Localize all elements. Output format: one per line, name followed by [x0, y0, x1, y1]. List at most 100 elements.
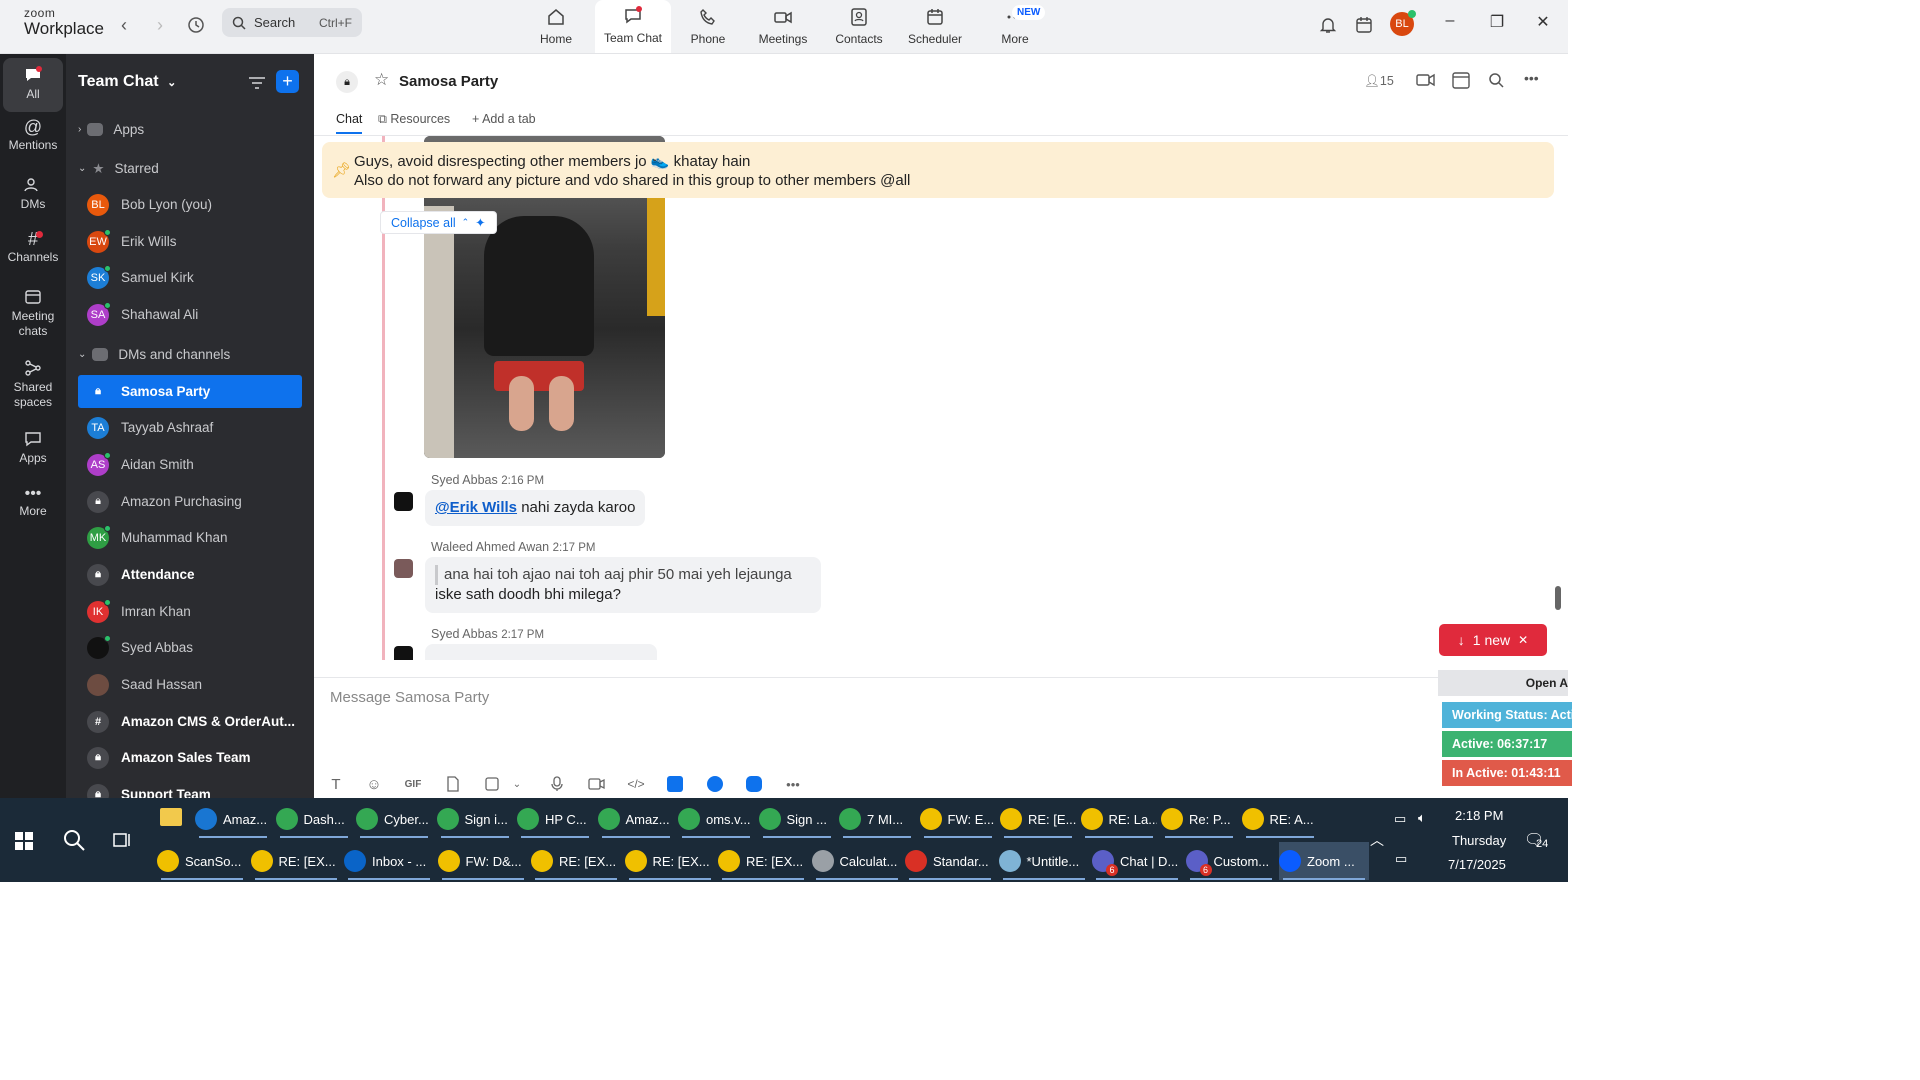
taskbar-app[interactable]: RE: [EX...: [531, 842, 621, 880]
file-explorer-icon[interactable]: [160, 808, 182, 826]
sidebar-item-attendance[interactable]: 🔒︎ Attendance: [78, 558, 302, 591]
history-icon[interactable]: [184, 13, 208, 37]
section-dms-channels[interactable]: ⌄ DMs and channels: [78, 338, 302, 371]
sidebar-item-erik-wills[interactable]: EW Erik Wills: [78, 225, 302, 258]
format-text-icon[interactable]: T: [325, 773, 347, 795]
taskbar-app[interactable]: Sign i...: [436, 800, 513, 838]
tab-contacts[interactable]: Contacts: [821, 0, 897, 54]
collapse-all-button[interactable]: Collapse all ⌃ ✦: [380, 211, 497, 234]
app-icon-3[interactable]: [743, 773, 765, 795]
mention-link[interactable]: @Erik Wills: [435, 499, 517, 516]
taskbar-app[interactable]: FW: D&...: [437, 842, 528, 880]
rail-mentions[interactable]: @ Mentions: [3, 118, 63, 153]
section-apps[interactable]: › Apps: [78, 113, 302, 146]
code-snippet-icon[interactable]: </>: [625, 773, 647, 795]
taskbar-app[interactable]: Standar...: [905, 842, 995, 880]
sidebar-item-imran-khan[interactable]: IK Imran Khan: [78, 595, 302, 628]
sidebar-item-bob-lyon[interactable]: BL Bob Lyon (you): [78, 188, 302, 221]
sidebar-item-support-team[interactable]: 🔒︎ Support Team: [78, 778, 302, 798]
sidebar-item-amazon-sales-team[interactable]: 🔒︎ Amazon Sales Team: [78, 741, 302, 774]
taskbar-app[interactable]: Sign ...: [758, 800, 835, 838]
back-arrow-icon[interactable]: ‹: [112, 13, 136, 37]
rail-all[interactable]: All: [3, 58, 63, 112]
sidebar-item-saad-hassan[interactable]: Saad Hassan: [78, 668, 302, 701]
sidebar-item-shahawal-ali[interactable]: SA Shahawal Ali: [78, 298, 302, 331]
restore-icon[interactable]: ❐: [1487, 12, 1507, 32]
more-options-icon[interactable]: •••: [1524, 70, 1539, 86]
message-bubble[interactable]: ana hai toh ajao nai toh aaj phir 50 mai…: [425, 557, 821, 613]
sidebar-item-amazon-purchasing[interactable]: 🔒︎ Amazon Purchasing: [78, 485, 302, 518]
composer-placeholder[interactable]: Message Samosa Party: [330, 689, 489, 706]
filter-icon[interactable]: [248, 76, 266, 95]
rail-shared-spaces[interactable]: Shared spaces: [3, 359, 63, 410]
taskbar-app[interactable]: Amaz...: [195, 800, 271, 838]
new-chat-button[interactable]: +: [276, 70, 299, 93]
battery-icon[interactable]: ▭: [1394, 811, 1406, 827]
star-outline-icon[interactable]: ☆: [374, 70, 389, 90]
taskbar-app[interactable]: Re: P...: [1161, 800, 1237, 838]
task-view-icon[interactable]: [112, 830, 132, 855]
tab-scheduler[interactable]: Scheduler: [897, 0, 973, 54]
app-icon-1[interactable]: [664, 773, 686, 795]
rail-channels[interactable]: # Channels: [3, 230, 63, 265]
sidebar-item-amazon-cms[interactable]: # Amazon CMS & OrderAut...: [78, 705, 302, 738]
section-starred[interactable]: ⌄ ★ Starred: [78, 152, 302, 185]
taskbar-app[interactable]: Inbox - ...: [344, 842, 434, 880]
message-bubble[interactable]: [425, 644, 657, 660]
clock-date[interactable]: 7/17/2025: [1448, 857, 1506, 872]
screenshot-icon[interactable]: [481, 773, 503, 795]
status-widget-header[interactable]: Open A: [1438, 670, 1568, 696]
chevron-up-tray-icon[interactable]: ︿: [1370, 830, 1384, 850]
taskbar-app[interactable]: 6 Chat | D...: [1092, 842, 1182, 880]
sidebar-title[interactable]: Team Chat ⌄: [78, 73, 176, 91]
taskbar-app[interactable]: oms.v...: [678, 800, 754, 838]
calendar-header-icon[interactable]: [1452, 71, 1470, 94]
new-message-button[interactable]: ↓ 1 new ✕: [1439, 624, 1547, 656]
sidebar-item-aidan-smith[interactable]: AS Aidan Smith: [78, 448, 302, 481]
taskbar-app[interactable]: RE: A...: [1241, 800, 1318, 838]
more-tools-icon[interactable]: •••: [782, 773, 804, 795]
message-composer[interactable]: Message Samosa Party T ☺ GIF ⌄ </> •••: [314, 677, 1568, 798]
tab-resources[interactable]: ⧉ Resources: [378, 112, 450, 127]
taskbar-app[interactable]: Dash...: [275, 800, 352, 838]
message-bubble[interactable]: @Erik Wills nahi zayda karoo: [425, 490, 646, 526]
tab-meetings[interactable]: Meetings: [745, 0, 821, 54]
forward-arrow-icon[interactable]: ›: [148, 13, 172, 37]
file-icon[interactable]: [442, 773, 464, 795]
taskbar-app[interactable]: Calculat...: [811, 842, 902, 880]
search-channel-icon[interactable]: [1488, 72, 1504, 93]
sidebar-item-samuel-kirk[interactable]: SK Samuel Kirk: [78, 261, 302, 294]
rail-dms[interactable]: DMs: [3, 176, 63, 212]
rail-apps[interactable]: Apps: [3, 430, 63, 466]
avatar[interactable]: [394, 559, 413, 578]
rail-meeting-chats[interactable]: Meeting chats: [3, 288, 63, 339]
taskbar-app[interactable]: RE: La...: [1080, 800, 1157, 838]
tab-home[interactable]: Home: [518, 0, 594, 54]
bell-icon[interactable]: [1315, 12, 1341, 38]
taskbar-app[interactable]: RE: [EX...: [624, 842, 715, 880]
video-call-icon[interactable]: [1416, 72, 1436, 93]
sidebar-item-syed-abbas[interactable]: Syed Abbas: [78, 631, 302, 664]
gif-icon[interactable]: GIF: [402, 773, 424, 795]
sidebar-item-samosa-party[interactable]: 🔒︎ Samosa Party: [78, 375, 302, 408]
rail-more[interactable]: ••• More: [3, 486, 63, 519]
taskbar-search-icon[interactable]: [62, 828, 86, 857]
taskbar-app[interactable]: Cyber...: [356, 800, 432, 838]
volume-icon[interactable]: 🔈︎: [1418, 810, 1426, 826]
taskbar-app[interactable]: Zoom ...: [1279, 842, 1369, 880]
profile-avatar[interactable]: BL: [1390, 10, 1416, 36]
taskbar-app[interactable]: RE: [EX...: [250, 842, 341, 880]
pinned-message[interactable]: 📌︎ Guys, avoid disrespecting other membe…: [322, 142, 1554, 198]
close-icon[interactable]: ✕: [1533, 12, 1553, 32]
taskbar-app[interactable]: HP C...: [517, 800, 593, 838]
display-icon[interactable]: ▭: [1395, 851, 1407, 867]
taskbar-app[interactable]: RE: [E...: [1000, 800, 1076, 838]
member-count[interactable]: 👤︎15: [1364, 74, 1394, 89]
taskbar-app[interactable]: 7 MI...: [839, 800, 915, 838]
sidebar-item-tayyab-ashraaf[interactable]: TA Tayyab Ashraaf: [78, 411, 302, 444]
avatar[interactable]: [394, 492, 413, 511]
calendar-top-icon[interactable]: [1351, 12, 1377, 38]
taskbar-app[interactable]: ScanSo...: [157, 842, 247, 880]
chevron-down-icon[interactable]: ⌄: [506, 773, 528, 795]
tab-add[interactable]: + Add a tab: [472, 112, 536, 126]
